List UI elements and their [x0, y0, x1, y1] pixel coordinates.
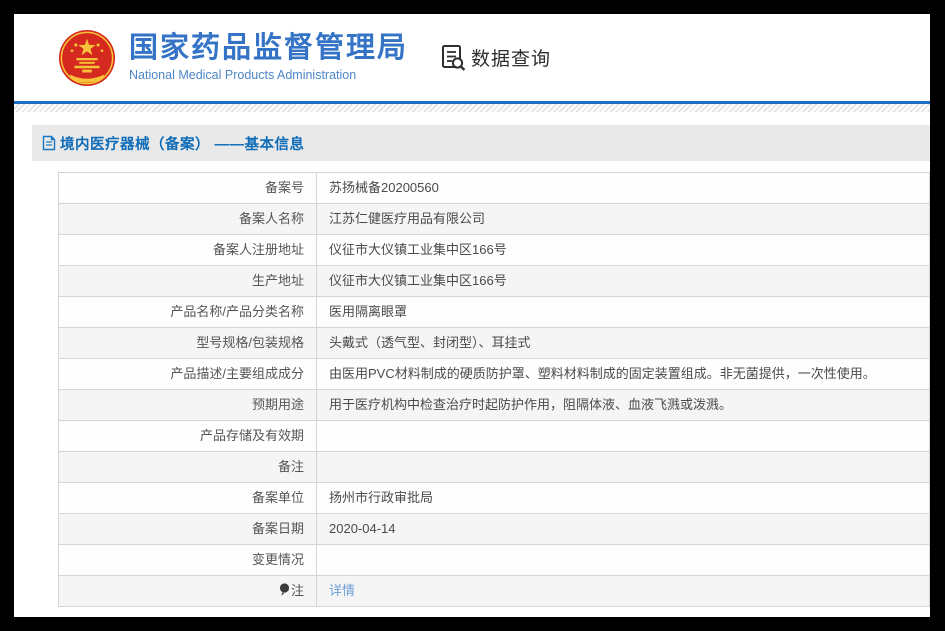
row-label: 备案人名称	[238, 211, 304, 226]
row-label: 备案日期	[251, 521, 304, 536]
note-bulb-icon	[279, 583, 290, 596]
record-table: 备案号 苏扬械备20200560 备案人名称 江苏仁健医疗用品有限公司 备案人注…	[58, 172, 930, 607]
row-value: 医用隔离眼罩	[329, 304, 408, 319]
nav-data-query-label: 数据查询	[471, 49, 552, 70]
row-value: 苏扬械备20200560	[329, 180, 439, 195]
row-label: 注	[290, 583, 304, 598]
row-value: 仪征市大仪镇工业集中区166号	[329, 242, 507, 257]
table-row: 备案号 苏扬械备20200560	[58, 172, 930, 204]
nav-data-query[interactable]: 数据查询	[440, 44, 551, 71]
document-icon	[42, 135, 56, 151]
page-title-bar: 境内医疗器械（备案） ——基本信息	[32, 125, 930, 161]
row-label: 备注	[277, 459, 304, 474]
row-label: 型号规格/包装规格	[196, 335, 304, 350]
table-row: 产品描述/主要组成成分 由医用PVC材料制成的硬质防护罩、塑料材料制成的固定装置…	[58, 358, 930, 390]
row-label: 产品存储及有效期	[199, 428, 304, 443]
row-value: 仪征市大仪镇工业集中区166号	[329, 273, 507, 288]
table-row: 备案人名称 江苏仁健医疗用品有限公司	[58, 203, 930, 235]
hatch-stripe-band	[14, 104, 930, 112]
table-row: 产品名称/产品分类名称 医用隔离眼罩	[58, 296, 930, 328]
row-label: 变更情况	[251, 552, 304, 567]
row-label: 预期用途	[251, 397, 304, 412]
table-row: 备案人注册地址 仪征市大仪镇工业集中区166号	[58, 234, 930, 266]
table-row: 型号规格/包装规格 头戴式（透气型、封闭型）、耳挂式	[58, 327, 930, 359]
row-label: 备案人注册地址	[212, 242, 304, 257]
spacer	[14, 112, 930, 125]
row-value: 扬州市行政审批局	[329, 490, 434, 505]
info-table-body: 备案号 苏扬械备20200560 备案人名称 江苏仁健医疗用品有限公司 备案人注…	[58, 172, 930, 607]
row-label: 生产地址	[251, 273, 304, 288]
table-row: 生产地址 仪征市大仪镇工业集中区166号	[58, 265, 930, 297]
table-row: 预期用途 用于医疗机构中检查治疗时起防护作用，阻隔体液、血液飞溅或泼溅。	[58, 389, 930, 421]
org-name-block: 国家药品监督管理局 National Medical Products Admi…	[129, 31, 409, 83]
row-value: 由医用PVC材料制成的硬质防护罩、塑料材料制成的固定装置组成。非无菌提供，一次性…	[329, 366, 876, 381]
row-label: 备案单位	[251, 490, 304, 505]
page-title: 境内医疗器械（备案） ——基本信息	[60, 136, 305, 153]
row-value: 2020-04-14	[329, 521, 396, 536]
table-row: 变更情况	[58, 544, 930, 576]
row-label: 产品描述/主要组成成分	[170, 366, 304, 381]
row-label: 产品名称/产品分类名称	[170, 304, 304, 319]
row-label: 备案号	[264, 180, 304, 195]
row-value: 江苏仁健医疗用品有限公司	[329, 211, 486, 226]
row-value: 头戴式（透气型、封闭型）、耳挂式	[329, 335, 531, 350]
row-value: 用于医疗机构中检查治疗时起防护作用，阻隔体液、血液飞溅或泼溅。	[329, 397, 733, 412]
record-table-wrap: 备案号 苏扬械备20200560 备案人名称 江苏仁健医疗用品有限公司 备案人注…	[58, 172, 930, 607]
doc-search-icon	[442, 45, 466, 71]
org-name-en: National Medical Products Administration	[129, 68, 357, 83]
table-row: 注 详情	[58, 575, 930, 607]
table-row: 产品存储及有效期	[58, 420, 930, 452]
table-row: 备案日期 2020-04-14	[58, 513, 930, 545]
table-row: 备案单位 扬州市行政审批局	[58, 482, 930, 514]
org-name-zh: 国家药品监督管理局	[129, 31, 409, 64]
page-frame: 国家药品监督管理局 National Medical Products Admi…	[14, 14, 930, 617]
table-row: 备注	[58, 451, 930, 483]
detail-link[interactable]: 详情	[329, 583, 355, 598]
site-header: 国家药品监督管理局 National Medical Products Admi…	[14, 14, 930, 101]
national-emblem-icon	[58, 29, 116, 86]
